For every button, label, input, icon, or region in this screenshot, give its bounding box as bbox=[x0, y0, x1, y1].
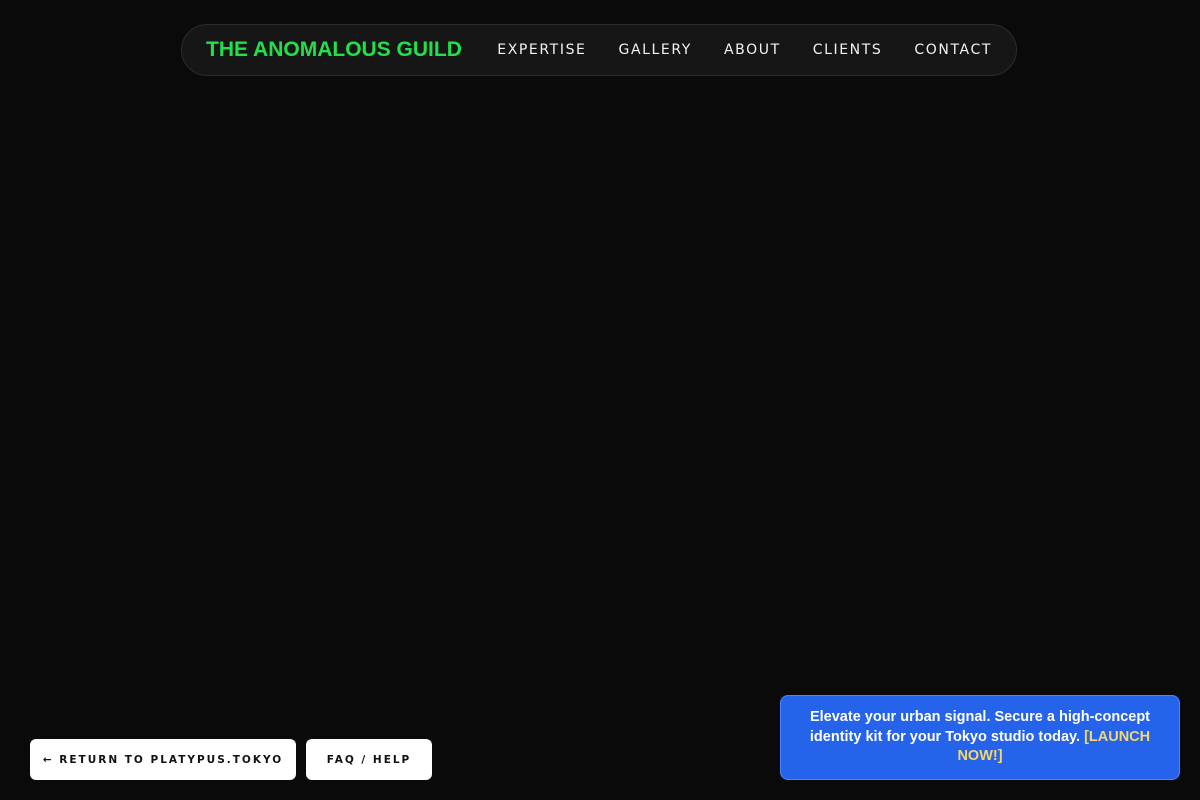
faq-help-button[interactable]: FAQ / HELP bbox=[306, 739, 432, 780]
nav-link-clients[interactable]: CLIENTS bbox=[813, 42, 883, 58]
nav-links: EXPERTISE GALLERY ABOUT CLIENTS CONTACT bbox=[497, 42, 992, 58]
page: THE ANOMALOUS GUILD EXPERTISE GALLERY AB… bbox=[0, 0, 1200, 800]
nav-link-gallery[interactable]: GALLERY bbox=[619, 42, 692, 58]
promo-banner: Elevate your urban signal. Secure a high… bbox=[780, 695, 1180, 780]
nav-link-contact[interactable]: CONTACT bbox=[914, 42, 992, 58]
brand-logo-link[interactable]: THE ANOMALOUS GUILD bbox=[206, 38, 462, 62]
nav-link-about[interactable]: ABOUT bbox=[724, 42, 781, 58]
bottom-action-buttons: ← RETURN TO PLATYPUS.TOKYO FAQ / HELP bbox=[30, 739, 432, 780]
return-to-platypus-button[interactable]: ← RETURN TO PLATYPUS.TOKYO bbox=[30, 739, 296, 780]
nav-link-expertise[interactable]: EXPERTISE bbox=[497, 42, 586, 58]
top-navbar: THE ANOMALOUS GUILD EXPERTISE GALLERY AB… bbox=[181, 24, 1017, 76]
